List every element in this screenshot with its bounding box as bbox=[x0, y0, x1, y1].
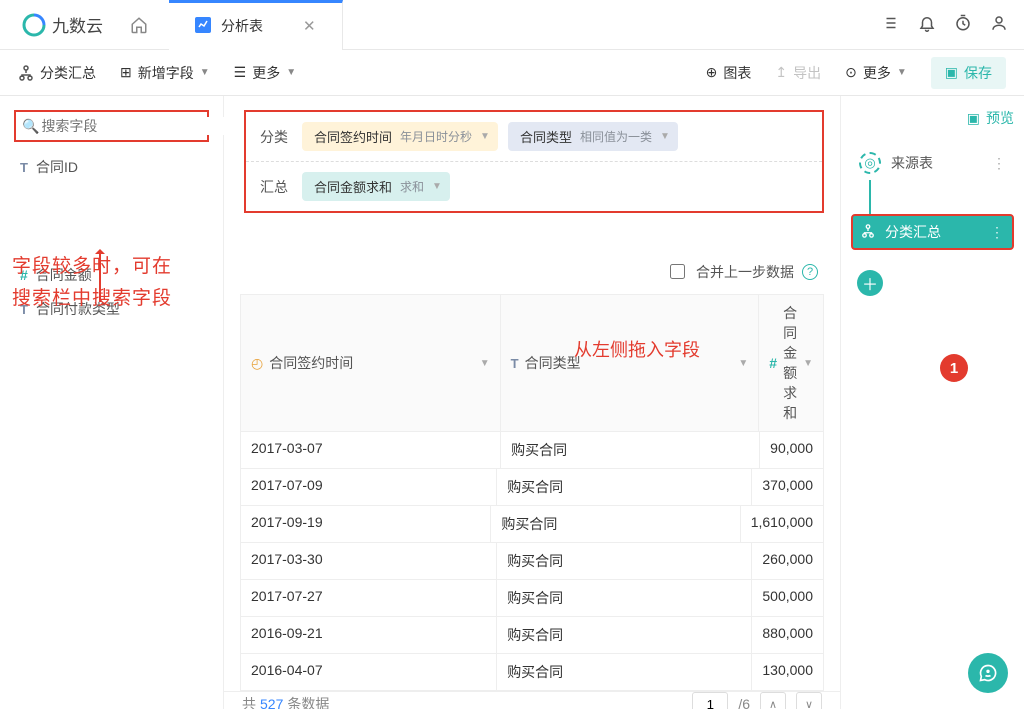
tab-label: 分析表 bbox=[221, 16, 263, 36]
annotation-search-tip: 字段较多时，可在 搜索栏中搜索字段 bbox=[12, 251, 172, 315]
table-footer: 共 527 条数据 /6 ∧ ∨ bbox=[224, 691, 840, 709]
add-step-button[interactable]: ＋ bbox=[857, 270, 883, 296]
logo-icon bbox=[22, 13, 46, 37]
add-field-icon: ⊞ bbox=[120, 64, 132, 81]
search-input[interactable] bbox=[39, 117, 224, 135]
table-row[interactable]: 2017-03-30购买合同260,000 bbox=[241, 543, 823, 580]
more2-button[interactable]: ⊙ 更多 ▼ bbox=[845, 63, 907, 83]
number-type-icon: # bbox=[769, 355, 777, 371]
group-summary-button[interactable]: 分类汇总 bbox=[18, 63, 96, 83]
more-icon[interactable]: ⋮ bbox=[992, 155, 1006, 172]
chevron-down-icon[interactable]: ▼ bbox=[738, 358, 748, 369]
preview-icon: ▣ bbox=[967, 110, 980, 127]
save-icon: ▣ bbox=[945, 64, 958, 81]
gear-icon: ⊙ bbox=[845, 64, 857, 81]
category-label: 分类 bbox=[260, 127, 302, 147]
table-row[interactable]: 2016-09-21购买合同880,000 bbox=[241, 617, 823, 654]
col-header[interactable]: ◴合同签约时间 ▼ bbox=[241, 295, 500, 432]
group-step-node[interactable]: 分类汇总 ⋮ bbox=[851, 214, 1014, 250]
logo: 九数云 bbox=[22, 12, 103, 37]
summary-zone[interactable]: 汇总 合同金额求和 求和 ▼ bbox=[246, 161, 822, 211]
col-header[interactable]: #合同金额求和 ▼ bbox=[758, 295, 823, 432]
chip-contract-type[interactable]: 合同类型 相同值为一类 ▼ bbox=[508, 122, 678, 151]
chevron-down-icon: ▼ bbox=[286, 67, 296, 78]
row-count: 527 bbox=[260, 696, 283, 709]
chevron-down-icon[interactable]: ▼ bbox=[660, 131, 670, 142]
help-icon[interactable]: ? bbox=[802, 264, 818, 280]
user-icon[interactable] bbox=[990, 14, 1008, 35]
search-field-wrap: 🔍 bbox=[14, 110, 209, 142]
timer-icon[interactable] bbox=[954, 14, 972, 35]
search-icon: 🔍 bbox=[22, 118, 39, 135]
col-header[interactable]: T合同类型 ▼ bbox=[500, 295, 759, 432]
chip-contract-time[interactable]: 合同签约时间 年月日时分秒 ▼ bbox=[302, 122, 498, 151]
topbar: 九数云 分析表 ✕ bbox=[0, 0, 1024, 50]
brand-name: 九数云 bbox=[52, 12, 103, 37]
more-icon[interactable]: ⋮ bbox=[990, 224, 1004, 241]
more-button[interactable]: ☰ 更多 ▼ bbox=[234, 63, 296, 83]
table-row[interactable]: 2017-07-27购买合同500,000 bbox=[241, 580, 823, 617]
source-node[interactable]: ◎ 来源表 ⋮ bbox=[851, 146, 1014, 180]
group-icon bbox=[861, 224, 875, 241]
tab-analysis[interactable]: 分析表 ✕ bbox=[169, 0, 343, 50]
table-row[interactable]: 2017-07-09购买合同370,000 bbox=[241, 469, 823, 506]
chevron-down-icon[interactable]: ▼ bbox=[432, 181, 442, 192]
field-panel: 🔍 T 合同ID 字段较多时，可在 搜索栏中搜索字段 # 合同金额 T 合同付款… bbox=[0, 96, 224, 709]
export-icon: ↥ bbox=[775, 64, 787, 81]
home-button[interactable] bbox=[123, 9, 155, 41]
bell-icon[interactable] bbox=[918, 14, 936, 35]
export-button[interactable]: ↥ 导出 bbox=[775, 63, 821, 83]
add-field-button[interactable]: ⊞ 新增字段 ▼ bbox=[120, 63, 210, 83]
page-total: /6 bbox=[738, 696, 750, 709]
merge-checkbox[interactable] bbox=[670, 264, 685, 279]
merge-option: 合并上一步数据 ? bbox=[224, 253, 840, 294]
field-item[interactable]: T 合同ID bbox=[0, 150, 223, 184]
chevron-down-icon[interactable]: ▼ bbox=[480, 358, 490, 369]
result-table: ◴合同签约时间 ▼ T合同类型 ▼ #合同金额求和 ▼ 2017-03-07购买… bbox=[240, 294, 824, 691]
annotation-badge-1: 1 bbox=[940, 354, 968, 382]
flow-panel: ▣ 预览 ◎ 来源表 ⋮ 分类汇总 ⋮ ＋ 1 bbox=[840, 96, 1024, 709]
center-panel: 分类 合同签约时间 年月日时分秒 ▼ 合同类型 相同值为一类 ▼ 汇总 bbox=[224, 96, 840, 709]
close-icon[interactable]: ✕ bbox=[303, 17, 316, 35]
chevron-down-icon: ▼ bbox=[200, 67, 210, 78]
chart-button[interactable]: ⊕ 图表 bbox=[706, 63, 752, 83]
next-page-button[interactable]: ∨ bbox=[796, 692, 822, 709]
prev-page-button[interactable]: ∧ bbox=[760, 692, 786, 709]
pager: /6 ∧ ∨ bbox=[692, 692, 822, 709]
body: 🔍 T 合同ID 字段较多时，可在 搜索栏中搜索字段 # 合同金额 T 合同付款… bbox=[0, 96, 1024, 709]
save-button[interactable]: ▣ 保存 bbox=[931, 57, 1006, 89]
merge-label: 合并上一步数据 bbox=[696, 262, 794, 282]
list-icon: ☰ bbox=[234, 64, 247, 81]
chat-fab[interactable] bbox=[968, 653, 1008, 693]
plus-circle-icon: ⊕ bbox=[706, 64, 718, 81]
list-icon[interactable] bbox=[882, 14, 900, 35]
text-type-icon: T bbox=[511, 356, 519, 371]
summary-label: 汇总 bbox=[260, 177, 302, 197]
flow-line bbox=[869, 180, 871, 214]
chip-amount-sum[interactable]: 合同金额求和 求和 ▼ bbox=[302, 172, 450, 201]
annotation-drag-hint: 从左侧拖入字段 bbox=[574, 336, 700, 362]
table-row[interactable]: 2017-03-07购买合同90,000 bbox=[241, 432, 823, 469]
chevron-down-icon[interactable]: ▼ bbox=[803, 358, 813, 369]
table-head: ◴合同签约时间 ▼ T合同类型 ▼ #合同金额求和 ▼ bbox=[241, 295, 823, 432]
table-row[interactable]: 2016-04-07购买合同130,000 bbox=[241, 654, 823, 691]
preview-button[interactable]: ▣ 预览 bbox=[851, 108, 1014, 128]
drop-zones: 分类 合同签约时间 年月日时分秒 ▼ 合同类型 相同值为一类 ▼ 汇总 bbox=[244, 110, 824, 213]
chevron-down-icon[interactable]: ▼ bbox=[480, 131, 490, 142]
category-zone[interactable]: 分类 合同签约时间 年月日时分秒 ▼ 合同类型 相同值为一类 ▼ bbox=[246, 112, 822, 161]
analysis-icon bbox=[195, 17, 211, 36]
chevron-down-icon: ▼ bbox=[897, 67, 907, 78]
target-icon: ◎ bbox=[859, 152, 881, 174]
table-row[interactable]: 2017-09-19购买合同1,610,000 bbox=[241, 506, 823, 543]
toolbar: 分类汇总 ⊞ 新增字段 ▼ ☰ 更多 ▼ ⊕ 图表 ↥ 导出 ⊙ 更多 ▼ ▣ … bbox=[0, 50, 1024, 96]
clock-icon: ◴ bbox=[251, 355, 263, 372]
page-input[interactable] bbox=[692, 692, 728, 709]
text-type-icon: T bbox=[20, 160, 28, 175]
